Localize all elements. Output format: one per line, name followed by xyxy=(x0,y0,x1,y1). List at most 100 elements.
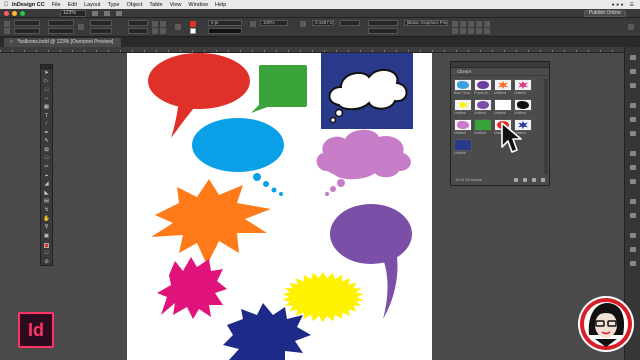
corner-size-field[interactable]: 0.1667 in xyxy=(312,20,334,26)
align-middle-icon[interactable] xyxy=(484,28,490,34)
menu-window[interactable]: Window xyxy=(188,2,208,8)
library-item-thumbnail[interactable] xyxy=(454,119,472,131)
effects-panel-icon[interactable] xyxy=(630,199,636,204)
menu-table[interactable]: Table xyxy=(149,2,162,8)
library-item[interactable]: Untitled xyxy=(494,79,512,96)
shear-field[interactable] xyxy=(128,28,148,34)
library-item[interactable]: Untitled xyxy=(474,119,492,136)
orange-burst[interactable] xyxy=(151,179,271,265)
library-item-thumbnail[interactable] xyxy=(494,99,512,111)
menu-edit[interactable]: Edit xyxy=(68,2,77,8)
document-tab[interactable]: × *balloons.indd @ 123% [Overprint Previ… xyxy=(4,38,122,47)
green-box-bubble[interactable] xyxy=(251,65,307,113)
swatches-panel-icon[interactable] xyxy=(630,117,636,122)
type-tool-icon[interactable]: T xyxy=(41,112,52,121)
add-content-icon[interactable] xyxy=(523,178,527,182)
fitting-icon-4[interactable] xyxy=(476,21,482,27)
rotate-field[interactable] xyxy=(128,20,148,26)
library-item[interactable]: Untitled xyxy=(514,79,532,96)
flip-vertical-icon[interactable] xyxy=(160,28,166,34)
width-field[interactable] xyxy=(48,20,74,26)
x-field[interactable] xyxy=(14,20,40,26)
screen-mode-icon[interactable] xyxy=(104,11,110,16)
library-item[interactable]: Untitled xyxy=(514,99,532,116)
drop-shadow-icon[interactable] xyxy=(300,21,306,27)
zoom-tool-icon[interactable]: ⚲ xyxy=(41,224,52,233)
library-item[interactable]: Untitled xyxy=(454,99,472,116)
reference-point-icon[interactable] xyxy=(4,28,10,34)
selection-tool-icon[interactable]: ➤ xyxy=(41,69,52,78)
apply-none-icon[interactable]: ⊘ xyxy=(41,258,52,267)
yellow-starburst[interactable] xyxy=(282,272,364,322)
menu-list-icon[interactable]: ☰ xyxy=(630,2,634,8)
minimize-window-icon[interactable] xyxy=(12,11,17,16)
gradient-feather-tool-icon[interactable]: ◣ xyxy=(41,189,52,198)
library-item-thumbnail[interactable] xyxy=(454,79,472,91)
library-item[interactable]: Purple B... xyxy=(474,79,492,96)
menu-view[interactable]: View xyxy=(170,2,182,8)
library-item[interactable]: Untitled xyxy=(474,99,492,116)
pen-tool-icon[interactable]: ✒ xyxy=(41,129,52,138)
stroke-panel-icon[interactable] xyxy=(630,103,636,108)
view-options-icon[interactable] xyxy=(92,11,98,16)
height-field[interactable] xyxy=(48,28,74,34)
document-page[interactable] xyxy=(127,53,432,360)
hand-tool-icon[interactable]: ✋ xyxy=(41,215,52,224)
stroke-swatch-icon[interactable] xyxy=(190,28,196,34)
zoom-window-icon[interactable] xyxy=(20,11,25,16)
rectangle-frame-tool-icon[interactable]: ⊠ xyxy=(41,146,52,155)
formatting-affects-icon[interactable]: □ xyxy=(41,249,52,258)
library-item[interactable]: Untitled xyxy=(454,139,472,156)
paragraph-panel-icon[interactable] xyxy=(630,179,636,184)
fitting-icon-2[interactable] xyxy=(460,21,466,27)
text-wrap-field[interactable] xyxy=(368,20,398,26)
fill-stroke-swatch-icon[interactable] xyxy=(41,241,52,250)
text-wrap-panel-icon[interactable] xyxy=(630,233,636,238)
layers-panel-icon[interactable] xyxy=(630,69,636,74)
library-item-thumbnail[interactable] xyxy=(474,119,492,131)
fill-swatch-icon[interactable] xyxy=(190,21,196,27)
direct-selection-tool-icon[interactable]: ▷ xyxy=(41,78,52,87)
align-center-icon[interactable] xyxy=(460,28,466,34)
library-item[interactable]: Untitled xyxy=(454,119,472,136)
library-item-thumbnail[interactable] xyxy=(454,99,472,111)
rotate-90-ccw-icon[interactable] xyxy=(160,21,166,27)
fitting-icon-3[interactable] xyxy=(468,21,474,27)
scale-y-field[interactable] xyxy=(90,28,112,34)
gap-tool-icon[interactable]: ↔ xyxy=(41,95,52,104)
library-scrollbar[interactable] xyxy=(544,79,548,174)
arrange-documents-icon[interactable] xyxy=(116,11,122,16)
magenta-burst[interactable] xyxy=(157,257,227,319)
zoom-level-field[interactable]: 123% xyxy=(60,10,86,17)
gradient-panel-icon[interactable] xyxy=(630,213,636,218)
library-item[interactable]: Untitled xyxy=(494,99,512,116)
reference-point-icon[interactable] xyxy=(4,21,10,27)
delete-icon[interactable] xyxy=(541,178,545,182)
control-panel-menu-icon[interactable] xyxy=(628,24,634,30)
rectangle-tool-icon[interactable]: □ xyxy=(41,155,52,164)
menu-help[interactable]: Help xyxy=(215,2,226,8)
menu-file[interactable]: File xyxy=(52,2,61,8)
apple-menu-icon[interactable]:  xyxy=(0,2,12,8)
align-panel-icon[interactable] xyxy=(630,247,636,252)
scissors-tool-icon[interactable]: ✂ xyxy=(41,164,52,173)
publish-online-button[interactable]: Publish Online xyxy=(583,10,626,17)
library-item-thumbnail[interactable] xyxy=(474,79,492,91)
navy-cloud-box[interactable] xyxy=(321,53,413,129)
flip-horizontal-icon[interactable] xyxy=(152,28,158,34)
content-collector-icon[interactable]: ▦ xyxy=(41,103,52,112)
menu-object[interactable]: Object xyxy=(127,2,143,8)
menu-type[interactable]: Type xyxy=(108,2,120,8)
stroke-type-select[interactable] xyxy=(208,28,242,34)
free-transform-tool-icon[interactable]: ⌖ xyxy=(41,172,52,181)
rotate-90-cw-icon[interactable] xyxy=(152,21,158,27)
library-item-thumbnail[interactable] xyxy=(454,139,472,151)
cc-libraries-panel-icon[interactable] xyxy=(630,151,636,156)
close-window-icon[interactable] xyxy=(4,11,9,16)
library-item-thumbnail[interactable] xyxy=(494,79,512,91)
app-menu[interactable]: InDesign CC xyxy=(12,2,45,8)
opacity-field[interactable]: 100% xyxy=(260,20,288,26)
pencil-tool-icon[interactable]: ✎ xyxy=(41,138,52,147)
page-tool-icon[interactable]: □ xyxy=(41,86,52,95)
object-style-select[interactable]: [Basic Graphics Frame]+ xyxy=(404,20,448,26)
